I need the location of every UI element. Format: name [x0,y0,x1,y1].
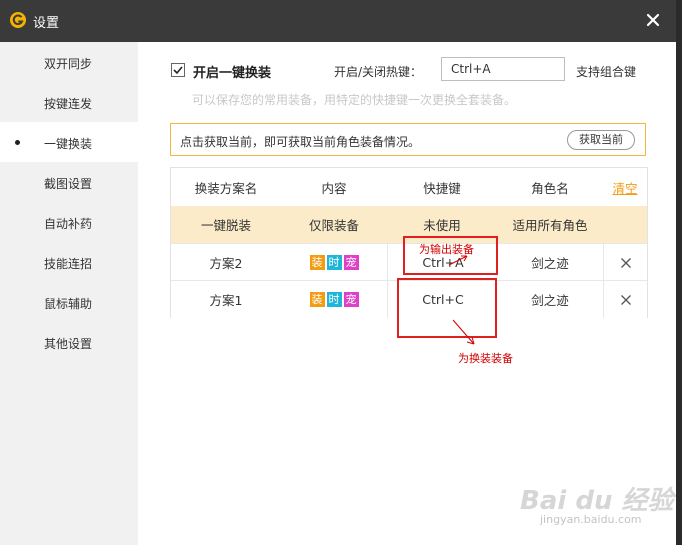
sidebar-item-label: 一键换装 [44,137,93,151]
sidebar-item-one-key-change[interactable]: 一键换装 [0,122,138,162]
sidebar: 双开同步 按键连发 一键换装 截图设置 自动补药 技能连招 鼠标辅助 其他设置 [0,42,138,545]
app-logo-icon [10,12,26,28]
fashion-tag: 时 [326,292,342,307]
delete-cell [603,244,648,281]
header-role-name: 角色名 [531,180,569,196]
enable-checkbox[interactable] [171,63,185,77]
sidebar-item-label: 截图设置 [44,177,93,191]
row-name: 一键脱装 [200,218,251,233]
equip-tag: 装 [309,255,325,270]
active-dot-icon [15,140,20,145]
sidebar-item-label: 技能连招 [44,257,93,271]
settings-window: 设置 双开同步 按键连发 一键换装 截图设置 自动补药 技能连招 鼠标辅助 其他… [0,0,676,545]
sidebar-item-label: 自动补药 [44,217,93,231]
checkmark-icon [173,66,183,75]
fetch-current-button[interactable]: 获取当前 [567,130,635,150]
equip-tag: 装 [309,292,325,307]
sidebar-item-screenshot[interactable]: 截图设置 [0,162,138,202]
table-header: 换装方案名 内容 快捷键 角色名 清空 [171,168,647,206]
row-content-tags: 装 时 宠 [281,244,387,281]
row-role: 适用所有角色 [512,218,588,233]
sidebar-item-mouse-assist[interactable]: 鼠标辅助 [0,282,138,322]
fashion-tag: 时 [326,255,342,270]
sidebar-item-key-repeat[interactable]: 按键连发 [0,82,138,122]
sidebar-item-label: 双开同步 [44,57,93,71]
delete-icon[interactable] [620,294,632,306]
notice-text: 点击获取当前，即可获取当前角色装备情况。 [180,135,421,149]
annotation-arrow-small-icon [448,255,468,266]
row-name: 方案1 [209,293,243,308]
header-scheme-name: 换装方案名 [194,180,258,196]
background-edge [676,0,682,545]
clear-cell: 清空 [603,168,647,206]
close-icon[interactable] [642,9,664,31]
sidebar-item-other-settings[interactable]: 其他设置 [0,322,138,362]
delete-cell [603,281,648,318]
sidebar-item-auto-potion[interactable]: 自动补药 [0,202,138,242]
title-bar: 设置 [0,0,676,42]
baidu-watermark-url: jingyan.baidu.com [540,513,642,526]
row-name: 方案2 [209,256,243,271]
enable-label: 开启一键换装 [193,66,272,81]
combo-key-note: 支持组合键 [576,65,637,79]
row-content-tags: 装 时 宠 [281,281,387,318]
clear-link[interactable]: 清空 [612,178,637,197]
window-title: 设置 [33,16,60,31]
annotation-change-label: 为换装装备 [458,352,513,365]
delete-icon[interactable] [620,257,632,269]
header-hotkey: 快捷键 [423,180,461,196]
pet-tag: 宠 [343,292,359,307]
row-content: 仅限装备 [308,218,359,233]
sidebar-item-label: 其他设置 [44,337,93,351]
notice-bar: 点击获取当前，即可获取当前角色装备情况。 获取当前 [170,123,646,156]
row-role: 剑之迹 [531,293,569,308]
annotation-box-change [397,278,497,338]
baidu-watermark: Bai du 经验 [520,486,674,516]
annotation-arrow-icon [452,319,475,345]
sidebar-item-label: 按键连发 [44,97,93,111]
sidebar-item-dual-sync[interactable]: 双开同步 [0,42,138,82]
hotkey-input[interactable]: Ctrl+A [441,57,565,81]
pet-tag: 宠 [343,255,359,270]
feature-description: 可以保存您的常用装备，用特定的快捷键一次更换全套装备。 [192,93,517,107]
sidebar-item-label: 鼠标辅助 [44,297,93,311]
sidebar-item-skill-combo[interactable]: 技能连招 [0,242,138,282]
hotkey-label: 开启/关闭热键： [334,65,423,79]
row-role: 剑之迹 [531,256,569,271]
header-content: 内容 [321,180,347,196]
